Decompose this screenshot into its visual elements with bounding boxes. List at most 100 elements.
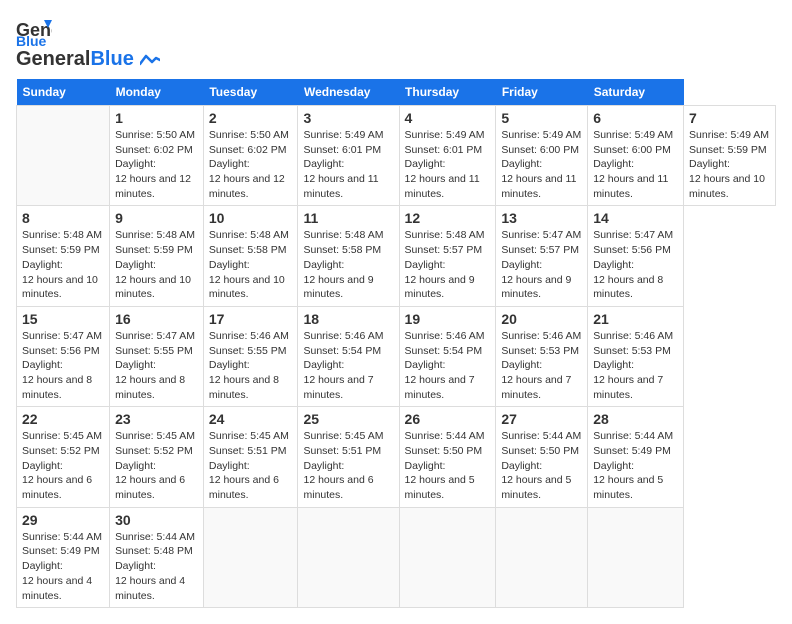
day-info: Sunrise: 5:48 AMSunset: 5:59 PMDaylight:… [22, 229, 102, 300]
day-cell: 23 Sunrise: 5:45 AMSunset: 5:52 PMDayligh… [110, 407, 204, 507]
day-info: Sunrise: 5:47 AMSunset: 5:57 PMDaylight:… [501, 229, 581, 300]
day-info: Sunrise: 5:44 AMSunset: 5:49 PMDaylight:… [593, 430, 673, 501]
day-number: 18 [303, 311, 393, 327]
day-number: 22 [22, 411, 104, 427]
day-info: Sunrise: 5:46 AMSunset: 5:54 PMDaylight:… [303, 330, 383, 401]
empty-cell [203, 507, 298, 607]
weekday-header-monday: Monday [110, 79, 204, 106]
day-info: Sunrise: 5:47 AMSunset: 5:56 PMDaylight:… [22, 330, 102, 401]
day-cell: 15Sunrise: 5:47 AMSunset: 5:56 PMDayligh… [17, 306, 110, 406]
day-cell: 25 Sunrise: 5:45 AMSunset: 5:51 PMDayligh… [298, 407, 399, 507]
day-number: 3 [303, 110, 393, 126]
day-info: Sunrise: 5:49 AMSunset: 6:01 PMDaylight:… [303, 129, 383, 200]
day-cell: 24 Sunrise: 5:45 AMSunset: 5:51 PMDayligh… [203, 407, 298, 507]
logo-icon: General Blue [16, 16, 52, 46]
day-number: 13 [501, 210, 582, 226]
day-cell: 3 Sunrise: 5:49 AMSunset: 6:01 PMDaylight… [298, 106, 399, 206]
day-cell: 12 Sunrise: 5:48 AMSunset: 5:57 PMDayligh… [399, 206, 496, 306]
day-number: 20 [501, 311, 582, 327]
day-cell: 1 Sunrise: 5:50 AMSunset: 6:02 PMDaylight… [110, 106, 204, 206]
day-cell: 13 Sunrise: 5:47 AMSunset: 5:57 PMDayligh… [496, 206, 588, 306]
day-cell: 20 Sunrise: 5:46 AMSunset: 5:53 PMDayligh… [496, 306, 588, 406]
empty-cell [17, 106, 110, 206]
weekday-header-tuesday: Tuesday [203, 79, 298, 106]
calendar-header-row: SundayMondayTuesdayWednesdayThursdayFrid… [17, 79, 776, 106]
day-number: 9 [115, 210, 198, 226]
calendar-table: SundayMondayTuesdayWednesdayThursdayFrid… [16, 79, 776, 608]
day-cell: 8 Sunrise: 5:48 AMSunset: 5:59 PMDaylight… [17, 206, 110, 306]
day-number: 26 [405, 411, 491, 427]
day-info: Sunrise: 5:49 AMSunset: 6:00 PMDaylight:… [593, 129, 673, 200]
day-info: Sunrise: 5:45 AMSunset: 5:52 PMDaylight:… [115, 430, 195, 501]
day-info: Sunrise: 5:49 AMSunset: 6:01 PMDaylight:… [405, 129, 485, 200]
day-number: 8 [22, 210, 104, 226]
day-number: 16 [115, 311, 198, 327]
day-number: 28 [593, 411, 678, 427]
weekday-header-friday: Friday [496, 79, 588, 106]
day-cell: 5 Sunrise: 5:49 AMSunset: 6:00 PMDaylight… [496, 106, 588, 206]
day-number: 25 [303, 411, 393, 427]
day-info: Sunrise: 5:50 AMSunset: 6:02 PMDaylight:… [209, 129, 289, 200]
empty-cell [399, 507, 496, 607]
day-cell: 14 Sunrise: 5:47 AMSunset: 5:56 PMDayligh… [588, 206, 684, 306]
day-number: 5 [501, 110, 582, 126]
day-info: Sunrise: 5:46 AMSunset: 5:54 PMDaylight:… [405, 330, 485, 401]
day-info: Sunrise: 5:45 AMSunset: 5:51 PMDaylight:… [303, 430, 383, 501]
day-cell: 21 Sunrise: 5:46 AMSunset: 5:53 PMDayligh… [588, 306, 684, 406]
day-cell: 10Sunrise: 5:48 AMSunset: 5:58 PMDayligh… [203, 206, 298, 306]
calendar-week-row: 22 Sunrise: 5:45 AMSunset: 5:52 PMDayligh… [17, 407, 776, 507]
day-cell: 29Sunrise: 5:44 AMSunset: 5:49 PMDayligh… [17, 507, 110, 607]
logo-general: General [16, 48, 90, 70]
weekday-header-sunday: Sunday [17, 79, 110, 106]
day-cell: 30 Sunrise: 5:44 AMSunset: 5:48 PMDayligh… [110, 507, 204, 607]
svg-text:Blue: Blue [16, 33, 47, 46]
day-info: Sunrise: 5:47 AMSunset: 5:56 PMDaylight:… [593, 229, 673, 300]
calendar-week-row: 1 Sunrise: 5:50 AMSunset: 6:02 PMDaylight… [17, 106, 776, 206]
logo-blue: Blue [90, 48, 133, 70]
empty-cell [496, 507, 588, 607]
day-number: 29 [22, 512, 104, 528]
day-info: Sunrise: 5:47 AMSunset: 5:55 PMDaylight:… [115, 330, 195, 401]
day-cell: 9 Sunrise: 5:48 AMSunset: 5:59 PMDaylight… [110, 206, 204, 306]
calendar-week-row: 29Sunrise: 5:44 AMSunset: 5:49 PMDayligh… [17, 507, 776, 607]
day-cell: 28 Sunrise: 5:44 AMSunset: 5:49 PMDayligh… [588, 407, 684, 507]
calendar-week-row: 15Sunrise: 5:47 AMSunset: 5:56 PMDayligh… [17, 306, 776, 406]
day-number: 23 [115, 411, 198, 427]
day-cell: 19 Sunrise: 5:46 AMSunset: 5:54 PMDayligh… [399, 306, 496, 406]
calendar-week-row: 8 Sunrise: 5:48 AMSunset: 5:59 PMDaylight… [17, 206, 776, 306]
day-info: Sunrise: 5:50 AMSunset: 6:02 PMDaylight:… [115, 129, 195, 200]
logo: General Blue GeneralBlue [16, 16, 160, 71]
day-cell: 6Sunrise: 5:49 AMSunset: 6:00 PMDaylight… [588, 106, 684, 206]
day-cell: 7Sunrise: 5:49 AMSunset: 5:59 PMDaylight… [684, 106, 776, 206]
day-info: Sunrise: 5:45 AMSunset: 5:52 PMDaylight:… [22, 430, 102, 501]
day-number: 27 [501, 411, 582, 427]
day-cell: 2 Sunrise: 5:50 AMSunset: 6:02 PMDaylight… [203, 106, 298, 206]
weekday-header-wednesday: Wednesday [298, 79, 399, 106]
day-cell: 11Sunrise: 5:48 AMSunset: 5:58 PMDayligh… [298, 206, 399, 306]
day-number: 2 [209, 110, 293, 126]
day-number: 24 [209, 411, 293, 427]
empty-cell [588, 507, 684, 607]
day-info: Sunrise: 5:48 AMSunset: 5:59 PMDaylight:… [115, 229, 195, 300]
day-cell: 22 Sunrise: 5:45 AMSunset: 5:52 PMDayligh… [17, 407, 110, 507]
logo-wave-icon [140, 54, 160, 68]
day-info: Sunrise: 5:46 AMSunset: 5:53 PMDaylight:… [501, 330, 581, 401]
weekday-header-saturday: Saturday [588, 79, 684, 106]
day-info: Sunrise: 5:49 AMSunset: 6:00 PMDaylight:… [501, 129, 581, 200]
day-number: 19 [405, 311, 491, 327]
day-info: Sunrise: 5:44 AMSunset: 5:48 PMDaylight:… [115, 531, 195, 602]
day-number: 1 [115, 110, 198, 126]
day-info: Sunrise: 5:45 AMSunset: 5:51 PMDaylight:… [209, 430, 289, 501]
day-number: 7 [689, 110, 770, 126]
day-number: 14 [593, 210, 678, 226]
day-cell: 26 Sunrise: 5:44 AMSunset: 5:50 PMDayligh… [399, 407, 496, 507]
day-number: 30 [115, 512, 198, 528]
weekday-header-thursday: Thursday [399, 79, 496, 106]
day-number: 12 [405, 210, 491, 226]
day-number: 10 [209, 210, 293, 226]
day-info: Sunrise: 5:46 AMSunset: 5:53 PMDaylight:… [593, 330, 673, 401]
day-info: Sunrise: 5:44 AMSunset: 5:50 PMDaylight:… [405, 430, 485, 501]
day-number: 21 [593, 311, 678, 327]
day-number: 17 [209, 311, 293, 327]
day-info: Sunrise: 5:48 AMSunset: 5:57 PMDaylight:… [405, 229, 485, 300]
